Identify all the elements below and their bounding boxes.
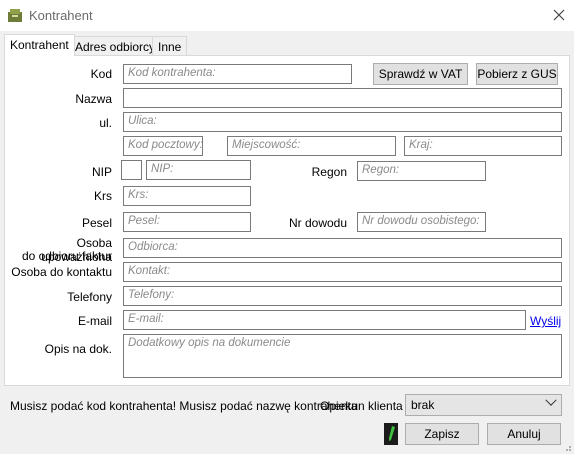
opiekun-select[interactable]: brak bbox=[405, 394, 562, 416]
ulica-label: ul. bbox=[99, 116, 112, 130]
fetch-gus-button[interactable]: Pobierz z GUS bbox=[476, 63, 558, 85]
kod-label: Kod bbox=[90, 67, 112, 81]
send-email-link[interactable]: Wyślij bbox=[530, 314, 561, 328]
nr-dowodu-label: Nr dowodu bbox=[288, 216, 347, 230]
odbiorca-input[interactable]: Odbiorca: bbox=[123, 238, 562, 258]
resize-grip-icon[interactable] bbox=[562, 442, 572, 452]
tab-kontrahent[interactable]: Kontrahent bbox=[4, 34, 75, 56]
tab-adres-odbiorcy[interactable]: Adres odbiorcy bbox=[69, 36, 162, 55]
country-input[interactable]: Kraj: bbox=[404, 136, 562, 156]
close-button[interactable] bbox=[544, 0, 574, 30]
postal-code-input[interactable]: Kod pocztowy: bbox=[123, 136, 203, 156]
pesel-input[interactable]: Pesel: bbox=[123, 212, 251, 232]
nr-dowodu-input[interactable]: Nr dowodu osobistego: bbox=[357, 212, 486, 232]
cancel-button[interactable]: Anuluj bbox=[487, 423, 561, 445]
nazwa-label: Nazwa bbox=[75, 92, 112, 106]
tab-inne[interactable]: Inne bbox=[152, 36, 188, 55]
nip-label: NIP bbox=[91, 165, 112, 179]
opis-label: Opis na dok. bbox=[44, 342, 112, 356]
regon-input[interactable]: Regon: bbox=[357, 161, 486, 181]
check-vat-button[interactable]: Sprawdź w VAT bbox=[373, 63, 468, 85]
nip-input[interactable]: NIP: bbox=[146, 160, 251, 180]
save-button[interactable]: Zapisz bbox=[405, 423, 479, 445]
kod-input[interactable]: Kod kontrahenta: bbox=[123, 64, 352, 84]
telefony-label: Telefony bbox=[67, 290, 112, 304]
ulica-input[interactable]: Ulica: bbox=[123, 112, 562, 132]
close-icon bbox=[553, 9, 565, 21]
kontakt-input[interactable]: Kontakt: bbox=[123, 262, 562, 282]
telefony-input[interactable]: Telefony: bbox=[123, 286, 562, 306]
validation-message: Musisz podać kod kontrahenta! Musisz pod… bbox=[10, 399, 358, 413]
nip-prefix-input[interactable] bbox=[121, 160, 142, 180]
kontakt-label: Osoba do kontaktu bbox=[11, 265, 112, 279]
email-label: E-mail bbox=[77, 314, 112, 328]
email-input[interactable]: E-mail: bbox=[123, 310, 526, 330]
krs-label: Krs bbox=[94, 189, 112, 203]
pesel-label: Pesel bbox=[81, 216, 112, 230]
opis-textarea[interactable]: Dodatkowy opis na dokumencie bbox=[123, 334, 562, 378]
regon-label: Regon bbox=[311, 165, 347, 179]
nazwa-input[interactable] bbox=[123, 88, 562, 108]
city-input[interactable]: Miejscowość: bbox=[227, 136, 396, 156]
chevron-down-icon bbox=[545, 394, 557, 406]
edit-pen-icon bbox=[384, 423, 398, 445]
title-bar: Kontrahent bbox=[0, 0, 574, 31]
app-icon bbox=[8, 9, 22, 22]
opiekun-select-value: brak bbox=[411, 398, 435, 412]
opiekun-label: Opiekun klienta bbox=[320, 399, 403, 413]
window-title: Kontrahent bbox=[29, 8, 93, 23]
validation-message-text: Musisz podać kod kontrahenta! Musisz pod… bbox=[10, 399, 358, 413]
odbiorca-label-line2: do odbioru faktur bbox=[21, 249, 112, 263]
krs-input[interactable]: Krs: bbox=[123, 186, 251, 206]
